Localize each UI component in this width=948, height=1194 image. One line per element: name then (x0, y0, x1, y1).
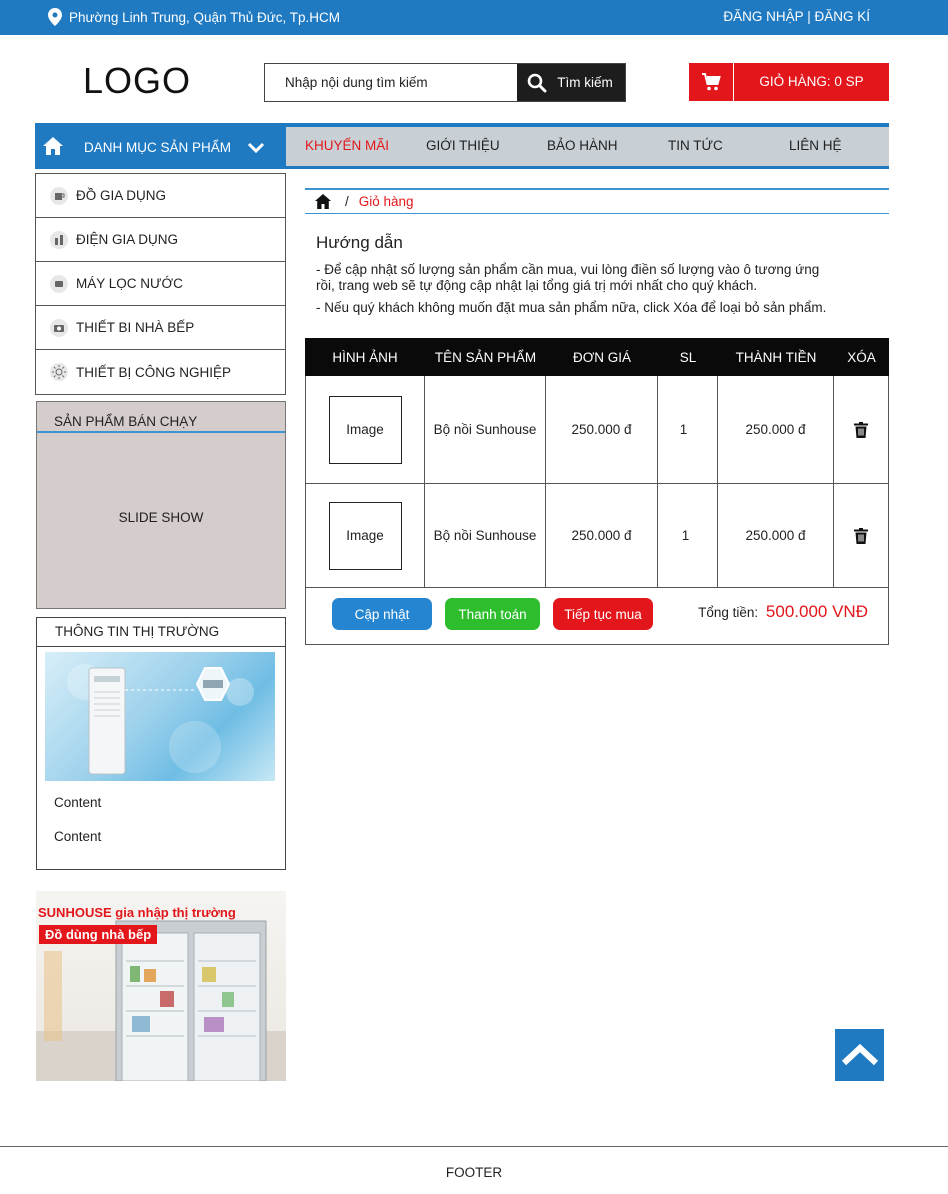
checkout-button[interactable]: Thanh toán (445, 598, 540, 630)
quantity-field[interactable]: 1 (682, 528, 690, 543)
table-footer: Cập nhật Thanh toán Tiếp tục mua Tổng ti… (305, 588, 889, 645)
home-icon (43, 137, 63, 155)
category-item-appliances[interactable]: ĐIỆN GIA DỤNG (36, 218, 285, 262)
kettle-icon (50, 186, 68, 205)
promo-headline: SUNHOUSE gia nhập thị trường (38, 905, 236, 920)
air-conditioner-image[interactable] (45, 652, 275, 781)
cart-button[interactable]: GIỎ HÀNG: 0 SP (689, 63, 889, 101)
cart-label: GIỎ HÀNG: 0 SP (759, 74, 864, 89)
cart-guide: Hướng dẫn - Để cập nhật số lượng sản phẩ… (316, 233, 876, 316)
category-menu-label: DANH MỤC SẢN PHẨM (84, 140, 232, 155)
total-value: 500.000 VNĐ (765, 602, 868, 621)
update-button[interactable]: Cập nhật (332, 598, 432, 630)
cart-table: HÌNH ẢNH TÊN SẢN PHẨM ĐƠN GIÁ SL THÀNH T… (305, 338, 889, 645)
login-link[interactable]: ĐĂNG NHẬP (723, 9, 803, 24)
table-row: Image Bộ nồi Sunhouse 250.000 đ 1 250.00… (305, 376, 889, 484)
trash-icon[interactable] (854, 421, 868, 438)
camera-icon (50, 318, 68, 337)
footer: FOOTER (0, 1146, 948, 1194)
guide-title: Hướng dẫn (316, 233, 403, 252)
best-seller-title: SẢN PHẨM BÁN CHẠY (37, 402, 285, 433)
market-info-box: THÔNG TIN THỊ TRƯỜNG Content Content (36, 617, 286, 870)
market-content-item[interactable]: Content (54, 795, 101, 810)
guide-line: - Để cập nhật số lượng sản phẩm cần mua,… (316, 262, 820, 293)
product-name[interactable]: Bộ nồi Sunhouse (434, 422, 537, 437)
breadcrumb-current: Giỏ hàng (358, 194, 414, 209)
guide-line: - Nếu quý khách không muốn đặt mua sản p… (316, 300, 827, 315)
nav-item-promotions[interactable]: KHUYẾN MÃI (305, 138, 389, 153)
sun-icon (50, 363, 68, 381)
promo-tag: Đồ dùng nhà bếp (39, 925, 158, 944)
breadcrumb: / Giỏ hàng (305, 188, 889, 214)
cart-icon (702, 73, 721, 91)
product-name[interactable]: Bộ nồi Sunhouse (434, 528, 537, 543)
column-header: XÓA (847, 349, 876, 365)
location-pin-icon (48, 8, 62, 26)
appliance-icon (50, 230, 68, 249)
category-item-kitchen[interactable]: THIẾT BI NHÀ BẾP (36, 306, 285, 350)
trash-icon[interactable] (854, 527, 868, 544)
unit-price: 250.000 đ (571, 422, 632, 437)
product-image[interactable]: Image (328, 501, 402, 570)
table-row: Image Bộ nồi Sunhouse 250.000 đ 1 250.00… (305, 484, 889, 588)
category-label: THIẾT BI NHÀ BẾP (76, 320, 195, 335)
address-text: Phường Linh Trung, Quận Thủ Đức, Tp.HCM (69, 9, 341, 25)
category-label: MÁY LỌC NƯỚC (76, 276, 183, 291)
market-content-item[interactable]: Content (54, 829, 101, 844)
column-header: HÌNH ẢNH (332, 349, 398, 365)
search-bar: Tìm kiếm (264, 63, 626, 102)
auth-links: ĐĂNG NHẬP | ĐĂNG KÍ (723, 9, 870, 24)
search-button-label: Tìm kiếm (557, 75, 613, 90)
category-list: ĐỒ GIA DỤNG ĐIỆN GIA DỤNG MÁY LỌC NƯỚC T… (35, 173, 286, 395)
column-header: THÀNH TIỀN (735, 349, 817, 365)
home-icon[interactable] (315, 194, 331, 209)
cart-total: Tổng tiền: 500.000 VNĐ (698, 602, 868, 622)
nav-item-news[interactable]: TIN TỨC (668, 138, 723, 153)
category-menu-button[interactable]: DANH MỤC SẢN PHẨM (35, 127, 286, 169)
water-filter-icon (50, 274, 68, 293)
auth-separator: | (807, 9, 811, 24)
product-image[interactable]: Image (328, 395, 402, 464)
line-total: 250.000 đ (745, 528, 806, 543)
address: Phường Linh Trung, Quận Thủ Đức, Tp.HCM (48, 8, 340, 26)
continue-shopping-button[interactable]: Tiếp tục mua (553, 598, 653, 630)
unit-price: 250.000 đ (571, 528, 632, 543)
column-header: SL (679, 349, 697, 365)
back-to-top-button[interactable] (835, 1029, 884, 1081)
quantity-field[interactable]: 1 (680, 422, 688, 437)
chevron-up-icon (841, 1043, 878, 1066)
promo-banner[interactable]: SUNHOUSE gia nhập thị trường Đồ dùng nhà… (36, 891, 286, 1081)
nav-item-about[interactable]: GIỚI THIỆU (426, 138, 500, 153)
column-header: TÊN SẢN PHẨM (434, 349, 537, 365)
chevron-down-icon (247, 142, 265, 154)
category-label: ĐỒ GIA DỤNG (76, 188, 167, 203)
search-button[interactable]: Tìm kiếm (517, 64, 625, 101)
register-link[interactable]: ĐĂNG KÍ (814, 9, 870, 24)
breadcrumb-separator: / (345, 194, 349, 209)
slideshow-placeholder[interactable]: SLIDE SHOW (37, 510, 285, 525)
category-label: ĐIỆN GIA DỤNG (76, 232, 179, 247)
top-bar: Phường Linh Trung, Quận Thủ Đức, Tp.HCM … (0, 0, 948, 35)
search-icon (527, 73, 547, 92)
column-header: ĐƠN GIÁ (572, 349, 632, 365)
market-info-title: THÔNG TIN THỊ TRƯỜNG (37, 618, 285, 647)
category-item-water-filters[interactable]: MÁY LỌC NƯỚC (36, 262, 285, 306)
line-total: 250.000 đ (745, 422, 806, 437)
nav-item-contact[interactable]: LIÊN HỆ (789, 138, 842, 153)
table-header: HÌNH ẢNH TÊN SẢN PHẨM ĐƠN GIÁ SL THÀNH T… (305, 338, 889, 376)
main-nav: DANH MỤC SẢN PHẨM KHUYẾN MÃI GIỚI THIỆU … (35, 127, 889, 169)
category-label: THIẾT BỊ CÔNG NGHIỆP (76, 364, 232, 380)
category-item-housewares[interactable]: ĐỒ GIA DỤNG (36, 174, 285, 218)
nav-item-warranty[interactable]: BẢO HÀNH (547, 138, 618, 153)
search-input[interactable] (265, 64, 518, 101)
logo[interactable]: LOGO (83, 60, 191, 102)
category-item-industrial[interactable]: THIẾT BỊ CÔNG NGHIỆP (36, 350, 285, 394)
total-label: Tổng tiền: (698, 605, 759, 620)
best-seller-box: SẢN PHẨM BÁN CHẠY SLIDE SHOW (36, 401, 286, 609)
